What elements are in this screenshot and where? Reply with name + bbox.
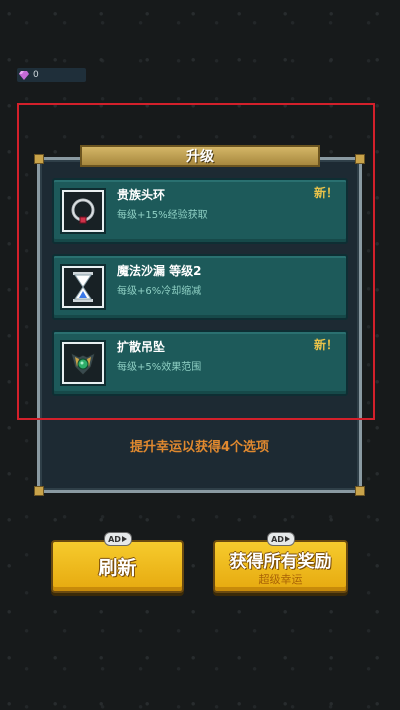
play-icon [121,536,127,542]
ad-badge: AD [103,532,132,546]
get-all-label: 获得所有奖励 [229,551,332,572]
gem-count: 0 [33,70,39,80]
panel-corner [355,486,365,496]
gem-counter: 0 [17,68,86,82]
selection-highlight [17,103,375,420]
panel-corner [34,486,44,496]
ad-badge: AD [266,532,295,546]
luck-hint: 提升幸运以获得4个选项 [129,440,270,455]
get-all-rewards-button[interactable]: AD 获得所有奖励 超级幸运 [213,532,348,593]
refresh-button[interactable]: AD 刷新 [51,532,184,593]
gem-icon [19,70,29,80]
play-icon [284,536,290,542]
super-luck-label: 超级幸运 [258,572,303,586]
refresh-label: 刷新 [98,557,137,579]
